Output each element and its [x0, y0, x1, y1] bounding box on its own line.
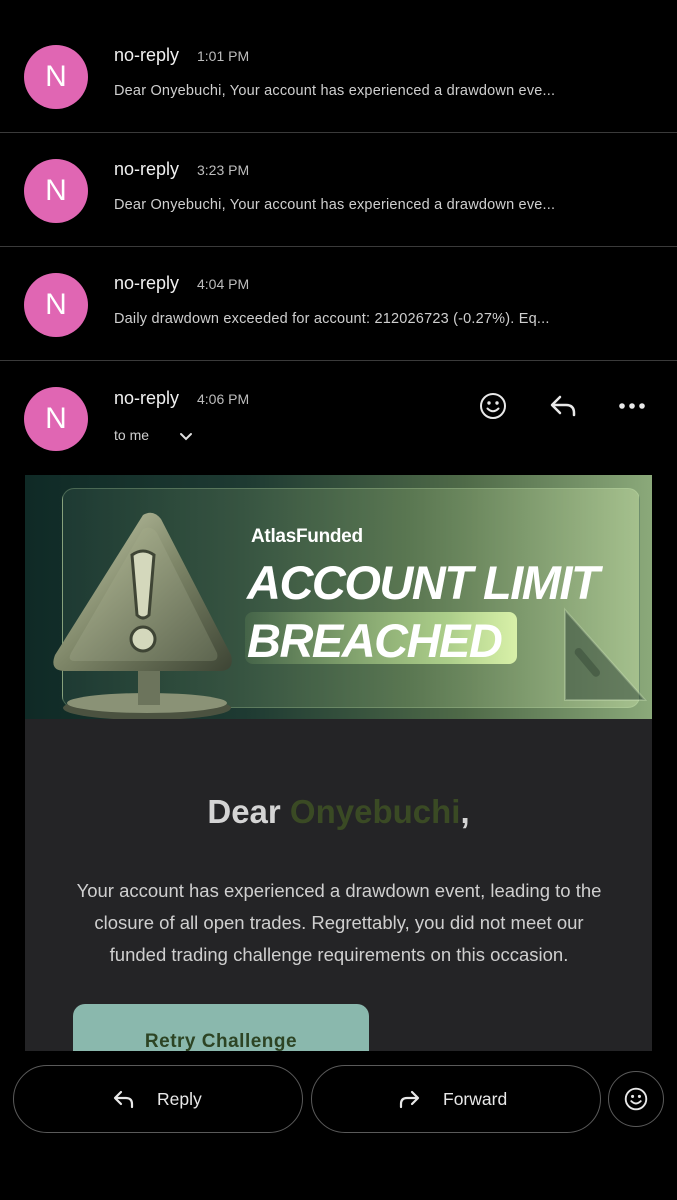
thread-item[interactable]: N no-reply 1:01 PM Dear Onyebuchi, Your …: [0, 19, 677, 133]
timestamp: 4:06 PM: [197, 391, 250, 407]
retry-challenge-button[interactable]: Retry Challenge: [73, 1004, 369, 1051]
emoji-icon[interactable]: [477, 390, 509, 422]
greeting-suffix: ,: [460, 793, 470, 830]
banner-title-line2: BREACHED: [247, 614, 503, 667]
avatar: N: [24, 387, 88, 451]
forward-icon: [396, 1087, 422, 1113]
banner-title-line1: ACCOUNT LIMIT: [247, 556, 600, 609]
email-paragraph: Your account has experienced a drawdown …: [76, 880, 602, 965]
reply-icon[interactable]: [547, 390, 579, 422]
forward-button[interactable]: Forward: [311, 1065, 601, 1133]
reply-button[interactable]: Reply: [13, 1065, 303, 1133]
email-banner: AtlasFunded ACCOUNT LIMIT BREACHED: [25, 475, 652, 719]
timestamp: 3:23 PM: [197, 162, 250, 178]
thread-item[interactable]: N no-reply 3:23 PM Dear Onyebuchi, Your …: [0, 133, 677, 247]
sender-name: no-reply: [114, 45, 180, 65]
recipient-label[interactable]: to me: [114, 427, 149, 443]
avatar: N: [24, 45, 88, 109]
forward-label: Forward: [443, 1089, 508, 1109]
greeting-prefix: Dear: [207, 793, 290, 830]
more-icon[interactable]: [616, 390, 648, 422]
reply-label: Reply: [157, 1089, 202, 1109]
email-snippet: Dear Onyebuchi, Your account has experie…: [114, 197, 556, 213]
recipient-name: Onyebuchi: [289, 793, 461, 830]
thread-item[interactable]: N no-reply 4:04 PM Daily drawdown exceed…: [0, 247, 677, 361]
timestamp: 1:01 PM: [197, 48, 250, 64]
emoji-react-button[interactable]: [608, 1071, 664, 1127]
chevron-down-icon[interactable]: [178, 428, 194, 444]
avatar: N: [24, 159, 88, 223]
email-snippet: Dear Onyebuchi, Your account has experie…: [114, 83, 556, 99]
sender-name: no-reply: [114, 159, 180, 179]
reply-icon: [111, 1087, 137, 1113]
warning-icon: [53, 512, 232, 719]
avatar: N: [24, 273, 88, 337]
emoji-icon: [624, 1087, 648, 1111]
sender-name: no-reply: [114, 273, 180, 293]
email-snippet: Daily drawdown exceeded for account: 212…: [114, 311, 550, 327]
timestamp: 4:04 PM: [197, 276, 250, 292]
email-content: AtlasFunded ACCOUNT LIMIT BREACHED Dear …: [25, 475, 652, 1051]
sender-name: no-reply: [114, 388, 180, 408]
open-email-header: N no-reply 4:06 PM to me: [0, 362, 677, 462]
brand-logo: AtlasFunded: [251, 526, 363, 547]
warning-decor-icon: [564, 607, 648, 701]
greeting: Dear Onyebuchi,: [25, 793, 652, 831]
